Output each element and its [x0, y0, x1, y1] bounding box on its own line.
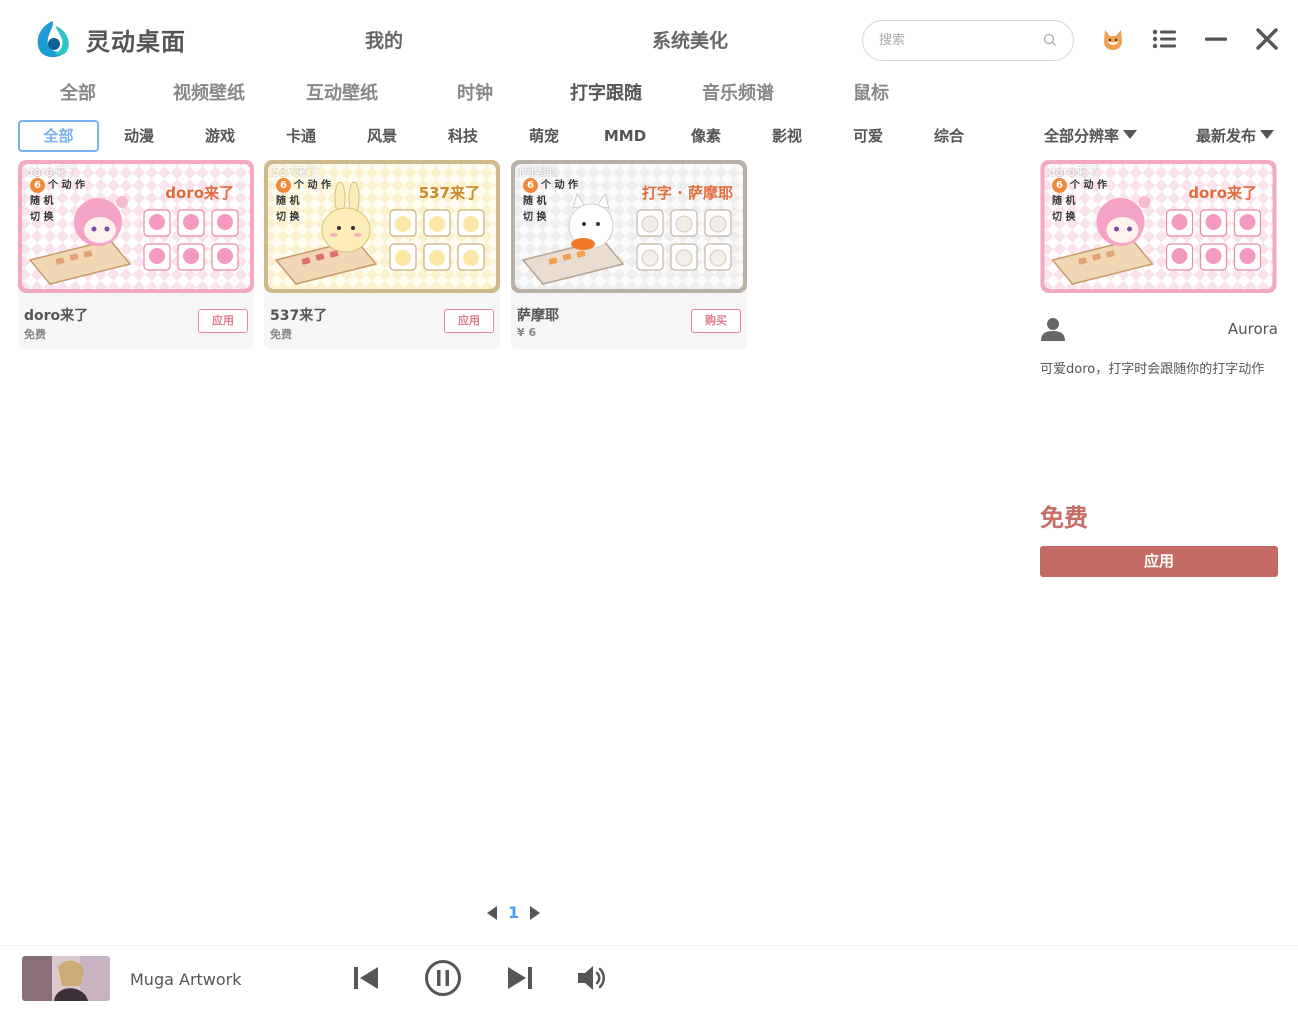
thumbnail-headline: doro来了 — [165, 184, 234, 202]
category-video-wallpaper[interactable]: 视频壁纸 — [173, 80, 245, 110]
category-typing-follow-label: 打字跟随 — [570, 83, 642, 104]
badge-line-3: 切 换 — [30, 212, 54, 223]
tag-scenery[interactable]: 风景 — [358, 120, 406, 152]
category-clock[interactable]: 时钟 — [457, 80, 493, 110]
category-interactive-wallpaper[interactable]: 互动壁纸 — [306, 80, 378, 110]
tag-lovely[interactable]: 可爱 — [844, 120, 892, 152]
buy-button[interactable]: 购买 — [691, 309, 741, 333]
tag-anime[interactable]: 动漫 — [115, 120, 163, 152]
app-title: 灵动桌面 — [86, 27, 186, 56]
action-count-badge: 6个 动 作 随 机 切 换 — [1052, 178, 1107, 226]
sort-filter-label: 最新发布 — [1196, 127, 1257, 145]
category-typing-follow[interactable]: 打字跟随 — [556, 80, 656, 110]
search-box[interactable] — [862, 20, 1074, 61]
apply-button[interactable]: 应用 — [444, 309, 494, 333]
search-icon[interactable] — [1043, 33, 1057, 47]
thumbnail-headline: 打字 · 萨摩耶 — [641, 184, 733, 202]
action-count-number: 6 — [30, 178, 45, 193]
close-icon[interactable] — [1254, 26, 1280, 52]
wallpaper-card-samoyed[interactable]: 萨摩耶 6个 动 作 随 机 切 换 打字 · 萨摩耶 萨摩耶 ¥ 6 购买 — [511, 160, 747, 349]
tag-game[interactable]: 游戏 — [196, 120, 244, 152]
tag-cute-pet[interactable]: 萌宠 — [520, 120, 568, 152]
previous-track-icon[interactable] — [352, 965, 380, 991]
category-all[interactable]: 全部 — [60, 80, 96, 110]
tag-cartoon[interactable]: 卡通 — [277, 120, 325, 152]
badge-line-1: 个 动 作 — [48, 180, 85, 191]
wallpaper-description: 可爱doro，打字时会跟随你的打字动作 — [1040, 362, 1265, 377]
card-price: ¥ 6 — [517, 326, 537, 339]
sort-filter[interactable]: 最新发布 — [1196, 120, 1275, 152]
next-track-icon[interactable] — [506, 965, 534, 991]
volume-icon[interactable] — [576, 963, 608, 993]
album-art[interactable] — [22, 956, 110, 1001]
tag-all[interactable]: 全部 — [18, 120, 99, 152]
import-wallpaper-button[interactable]: 导入壁纸 — [1028, 960, 1144, 997]
tag-film[interactable]: 影视 — [763, 120, 811, 152]
category-music-spectrum[interactable]: 音乐频谱 — [702, 80, 774, 110]
dropdown-triangle-icon — [1123, 130, 1138, 139]
player-divider — [0, 945, 1298, 946]
current-page[interactable]: 1 — [508, 903, 519, 922]
resolution-filter-label: 全部分辨率 — [1044, 127, 1120, 145]
thumbnail-headline: doro来了 — [1188, 184, 1257, 202]
tag-general[interactable]: 综合 — [925, 120, 973, 152]
action-count-badge: 6个 动 作 随 机 切 换 — [30, 178, 85, 226]
search-input[interactable] — [879, 21, 1039, 59]
tag-tech[interactable]: 科技 — [439, 120, 487, 152]
badge-line-1: 个 动 作 — [294, 180, 331, 191]
card-name: 537来了 — [270, 308, 328, 324]
logo-icon — [32, 18, 74, 60]
card-thumbnail[interactable]: doro来了 6个 动 作 随 机 切 换 doro来了 — [18, 160, 254, 293]
badge-line-1: 个 动 作 — [1070, 180, 1107, 191]
badge-line-3: 切 换 — [1052, 212, 1076, 223]
upload-wallpaper-button[interactable]: 上传壁纸 — [1154, 960, 1270, 997]
tab-system-beautify[interactable]: 系统美化 — [636, 20, 744, 62]
badge-line-2: 随 机 — [1052, 196, 1076, 207]
detail-price: 免费 — [1040, 504, 1088, 532]
badge-line-3: 切 换 — [523, 212, 547, 223]
badge-line-3: 切 换 — [276, 212, 300, 223]
detail-apply-button[interactable]: 应用 — [1040, 546, 1278, 577]
dropdown-triangle-icon — [1260, 130, 1275, 139]
tag-mmd[interactable]: MMD — [601, 120, 649, 152]
card-name: doro来了 — [24, 308, 89, 324]
user-avatar-icon[interactable] — [1100, 26, 1126, 52]
thumbnail-headline: 537来了 — [418, 184, 480, 202]
card-price: 免费 — [24, 328, 46, 341]
pause-icon[interactable] — [424, 959, 462, 997]
prev-page-icon[interactable] — [486, 905, 498, 921]
menu-list-icon[interactable] — [1151, 26, 1177, 52]
next-page-icon[interactable] — [529, 905, 541, 921]
card-thumbnail[interactable]: 萨摩耶 6个 动 作 随 机 切 换 打字 · 萨摩耶 — [511, 160, 747, 293]
wallpaper-card-doro[interactable]: doro来了 6个 动 作 随 机 切 换 doro来了 doro来了 免费 应… — [18, 160, 254, 349]
action-count-number: 6 — [523, 178, 538, 193]
apply-button[interactable]: 应用 — [198, 309, 248, 333]
tab-mine[interactable]: 我的 — [334, 20, 434, 62]
minimize-icon[interactable] — [1203, 26, 1229, 52]
app-logo: 灵动桌面 — [32, 18, 186, 60]
badge-line-2: 随 机 — [30, 196, 54, 207]
action-count-number: 6 — [1052, 178, 1067, 193]
action-count-badge: 6个 动 作 随 机 切 换 — [276, 178, 331, 226]
author-name: Aurora — [1227, 320, 1278, 338]
author-icon — [1041, 318, 1065, 341]
tag-pixel[interactable]: 像素 — [682, 120, 730, 152]
card-name: 萨摩耶 — [517, 308, 559, 324]
resolution-filter[interactable]: 全部分辨率 — [1044, 120, 1138, 152]
pagination: 1 — [486, 903, 541, 922]
wallpaper-card-537[interactable]: 537来了 6个 动 作 随 机 切 换 537来了 537来了 免费 应用 — [264, 160, 500, 349]
tab-creative-workshop[interactable]: 创意工坊 — [470, 20, 604, 62]
card-price: 免费 — [270, 328, 292, 341]
badge-line-2: 随 机 — [523, 196, 547, 207]
badge-line-1: 个 动 作 — [541, 180, 578, 191]
category-mouse[interactable]: 鼠标 — [853, 80, 889, 110]
card-thumbnail[interactable]: 537来了 6个 动 作 随 机 切 换 537来了 — [264, 160, 500, 293]
track-title: Muga Artwork — [130, 970, 242, 989]
action-count-badge: 6个 动 作 随 机 切 换 — [523, 178, 578, 226]
badge-line-2: 随 机 — [276, 196, 300, 207]
detail-preview[interactable]: doro来了 6个 动 作 随 机 切 换 doro来了 — [1040, 160, 1277, 293]
album-art-image — [22, 956, 110, 1001]
action-count-number: 6 — [276, 178, 291, 193]
